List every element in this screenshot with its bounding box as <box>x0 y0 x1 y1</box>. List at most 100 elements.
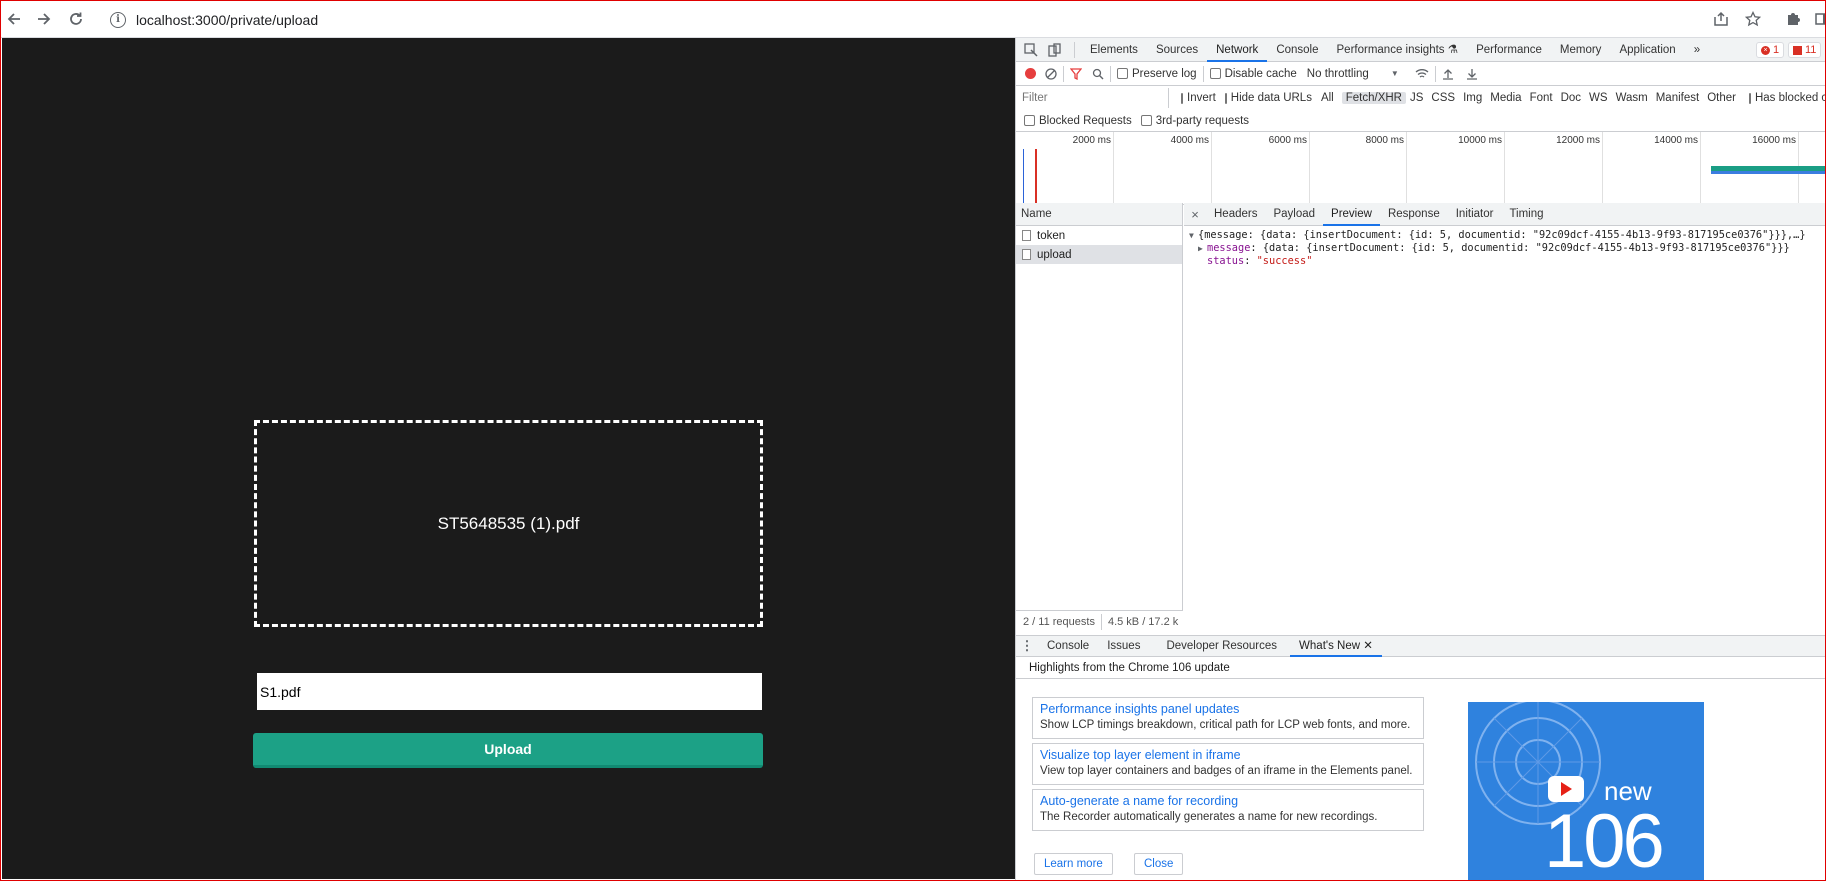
network-conditions-icon[interactable] <box>1415 68 1429 80</box>
record-icon[interactable] <box>1025 68 1036 79</box>
chrome-106-banner[interactable]: new 106 <box>1468 702 1704 881</box>
filter-input[interactable] <box>1019 88 1169 108</box>
arrow-left-icon <box>7 13 20 25</box>
network-overview-timeline[interactable]: 2000 ms 4000 ms 6000 ms 8000 ms 10000 ms… <box>1016 132 1826 205</box>
error-icon: × <box>1761 45 1770 55</box>
drawer-tab-developer-resources[interactable]: Developer Resources <box>1157 636 1286 657</box>
whats-new-item-title[interactable]: Auto-generate a name for recording <box>1040 793 1416 810</box>
filter-type-js[interactable]: JS <box>1406 92 1427 104</box>
back-button[interactable] <box>2 7 26 31</box>
filter-type-img[interactable]: Img <box>1459 92 1486 104</box>
close-icon[interactable]: ✕ <box>1363 640 1373 652</box>
filter-type-fetch-xhr[interactable]: Fetch/XHR <box>1341 92 1406 104</box>
error-count-badge[interactable]: × 1 <box>1756 42 1785 58</box>
name-column-header[interactable]: Name <box>1016 203 1182 226</box>
request-count-summary: 2 / 11 requests <box>1023 616 1095 628</box>
tab-memory[interactable]: Memory <box>1551 38 1611 62</box>
drawer-tab-whats-new[interactable]: What's New ✕ <box>1290 636 1382 657</box>
json-preview[interactable]: ▼ {message: {data: {insertDocument: {id: … <box>1184 226 1826 268</box>
url-text[interactable]: localhost:3000/private/upload <box>136 12 318 28</box>
tab-initiator[interactable]: Initiator <box>1448 203 1502 226</box>
tab-elements[interactable]: Elements <box>1081 38 1147 62</box>
filter-type-all[interactable]: All <box>1317 92 1338 104</box>
tab-performance[interactable]: Performance <box>1467 38 1551 62</box>
site-info-icon[interactable]: i <box>110 11 126 28</box>
disable-cache-checkbox[interactable] <box>1209 68 1221 79</box>
preserve-log-checkbox[interactable] <box>1117 68 1128 79</box>
share-button[interactable] <box>1709 7 1733 31</box>
whats-new-item[interactable]: Performance insights panel updates Show … <box>1032 697 1424 739</box>
caret-down-icon[interactable]: ▼ <box>1189 229 1198 242</box>
chevron-down-icon[interactable]: ▼ <box>1391 69 1399 78</box>
third-party-checkbox[interactable] <box>1140 115 1152 126</box>
tab-headers[interactable]: Headers <box>1206 203 1265 226</box>
hide-data-urls-checkbox[interactable] <box>1224 92 1227 104</box>
learn-more-button[interactable]: Learn more <box>1034 853 1113 875</box>
filter-type-media[interactable]: Media <box>1486 92 1525 104</box>
blocked-requests-label: Blocked Requests <box>1039 114 1132 127</box>
whats-new-item-title[interactable]: Performance insights panel updates <box>1040 701 1416 718</box>
forward-button[interactable] <box>32 7 56 31</box>
filter-type-font[interactable]: Font <box>1526 92 1557 104</box>
timeline-tick-label: 12000 ms <box>1556 135 1600 146</box>
timeline-tick: 2000 ms <box>1073 132 1114 204</box>
request-detail-pane: × Headers Payload Preview Response Initi… <box>1184 203 1826 633</box>
inspect-element-icon[interactable] <box>1024 42 1038 57</box>
extensions-button[interactable] <box>1781 7 1805 31</box>
filter-icon[interactable] <box>1070 67 1082 80</box>
filter-type-css[interactable]: CSS <box>1427 92 1459 104</box>
close-icon[interactable]: × <box>1184 207 1206 222</box>
export-har-icon[interactable] <box>1466 68 1478 80</box>
filter-type-other[interactable]: Other <box>1703 92 1740 104</box>
address-bar[interactable]: i localhost:3000/private/upload <box>98 5 1658 34</box>
filter-type-doc[interactable]: Doc <box>1557 92 1585 104</box>
timeline-tick: 8000 ms <box>1366 132 1407 204</box>
network-summary-bar: 2 / 11 requests 4.5 kB / 17.2 k <box>1016 610 1183 633</box>
side-panel-button[interactable] <box>1810 7 1826 31</box>
timeline-tick-label: 14000 ms <box>1654 135 1698 146</box>
upload-page: ST5648535 (1).pdf Upload <box>2 38 1015 879</box>
filter-type-ws[interactable]: WS <box>1585 92 1612 104</box>
json-root-line[interactable]: ▼ {message: {data: {insertDocument: {id: … <box>1189 229 1826 242</box>
filter-type-manifest[interactable]: Manifest <box>1652 92 1703 104</box>
caret-right-icon[interactable]: ▶ <box>1198 242 1207 255</box>
filter-type-wasm[interactable]: Wasm <box>1612 92 1652 104</box>
tab-network[interactable]: Network <box>1207 38 1268 62</box>
tab-response[interactable]: Response <box>1380 203 1448 226</box>
bookmark-button[interactable] <box>1741 7 1765 31</box>
import-har-icon[interactable] <box>1442 68 1454 80</box>
request-row-upload[interactable]: upload <box>1016 245 1182 264</box>
device-toolbar-icon[interactable] <box>1048 42 1062 57</box>
drawer-menu-icon[interactable]: ⋮ <box>1016 638 1038 654</box>
clear-icon[interactable] <box>1045 67 1057 80</box>
flask-icon: ⚗ <box>1447 43 1459 56</box>
filename-input[interactable] <box>257 673 762 710</box>
whats-new-item[interactable]: Visualize top layer element in iframe Vi… <box>1032 743 1424 785</box>
whats-new-item-desc: View top layer containers and badges of … <box>1040 765 1413 777</box>
tab-application[interactable]: Application <box>1610 38 1684 62</box>
blocked-requests-checkbox[interactable] <box>1024 115 1035 126</box>
more-tabs-button[interactable]: » <box>1685 38 1709 62</box>
tab-preview[interactable]: Preview <box>1323 203 1380 226</box>
tab-console[interactable]: Console <box>1267 38 1327 62</box>
file-dropzone[interactable]: ST5648535 (1).pdf <box>254 420 763 627</box>
issues-count-badge[interactable]: 11 <box>1788 42 1822 58</box>
throttling-select[interactable]: No throttling <box>1307 68 1369 80</box>
request-row-token[interactable]: token <box>1016 226 1182 245</box>
invert-checkbox[interactable] <box>1181 92 1183 104</box>
whats-new-item-title[interactable]: Visualize top layer element in iframe <box>1040 747 1416 764</box>
drawer-tab-console[interactable]: Console <box>1038 636 1098 657</box>
has-blocked-cookies-checkbox[interactable] <box>1748 92 1751 104</box>
tab-performance-insights[interactable]: Performance insights ⚗ <box>1328 38 1468 62</box>
tab-sources[interactable]: Sources <box>1147 38 1207 62</box>
close-button[interactable]: Close <box>1134 853 1184 875</box>
upload-button[interactable]: Upload <box>253 733 763 768</box>
tab-payload[interactable]: Payload <box>1265 203 1323 226</box>
drawer-tab-issues[interactable]: Issues <box>1098 636 1149 657</box>
tab-timing[interactable]: Timing <box>1501 203 1551 226</box>
whats-new-item[interactable]: Auto-generate a name for recording The R… <box>1032 789 1424 831</box>
json-message-line[interactable]: ▶ message: {data: {insertDocument: {id: 5… <box>1189 242 1826 255</box>
search-icon[interactable] <box>1092 68 1104 80</box>
reload-button[interactable] <box>64 7 88 31</box>
error-count: 1 <box>1773 44 1780 56</box>
